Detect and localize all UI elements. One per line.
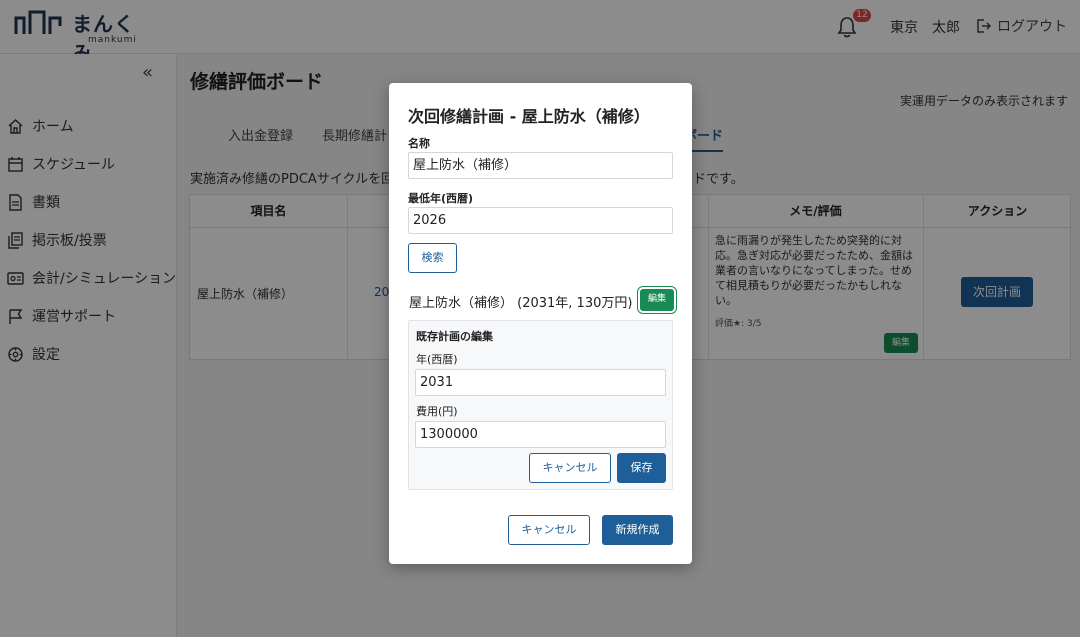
min-year-input[interactable]: 2026 — [408, 207, 673, 234]
modal-cancel-button[interactable]: キャンセル — [508, 515, 590, 545]
plan-cost-input[interactable]: 1300000 — [415, 421, 666, 448]
name-input[interactable]: 屋上防水（補修） — [408, 152, 673, 179]
edit-save-button[interactable]: 保存 — [617, 453, 666, 483]
search-button[interactable]: 検索 — [408, 243, 457, 273]
name-label: 名称 — [408, 137, 430, 150]
edit-cancel-button[interactable]: キャンセル — [529, 453, 611, 483]
plan-year-input[interactable]: 2031 — [415, 369, 666, 396]
create-new-button[interactable]: 新規作成 — [602, 515, 673, 545]
result-edit-button[interactable]: 編集 — [640, 289, 674, 311]
min-year-label: 最低年(西暦) — [408, 192, 474, 205]
edit-panel-title: 既存計画の編集 — [416, 330, 493, 343]
plan-year-label: 年(西暦) — [416, 353, 458, 366]
existing-plan-edit-panel: 既存計画の編集 年(西暦) 2031 費用(円) 1300000 キャンセル 保… — [408, 320, 673, 490]
plan-cost-label: 費用(円) — [416, 405, 458, 418]
next-plan-modal: 次回修繕計画 - 屋上防水（補修） 名称 屋上防水（補修） 最低年(西暦) 20… — [389, 83, 692, 564]
search-result-text: 屋上防水（補修） (2031年, 130万円) — [409, 296, 633, 311]
modal-title: 次回修繕計画 - 屋上防水（補修） — [408, 107, 650, 126]
